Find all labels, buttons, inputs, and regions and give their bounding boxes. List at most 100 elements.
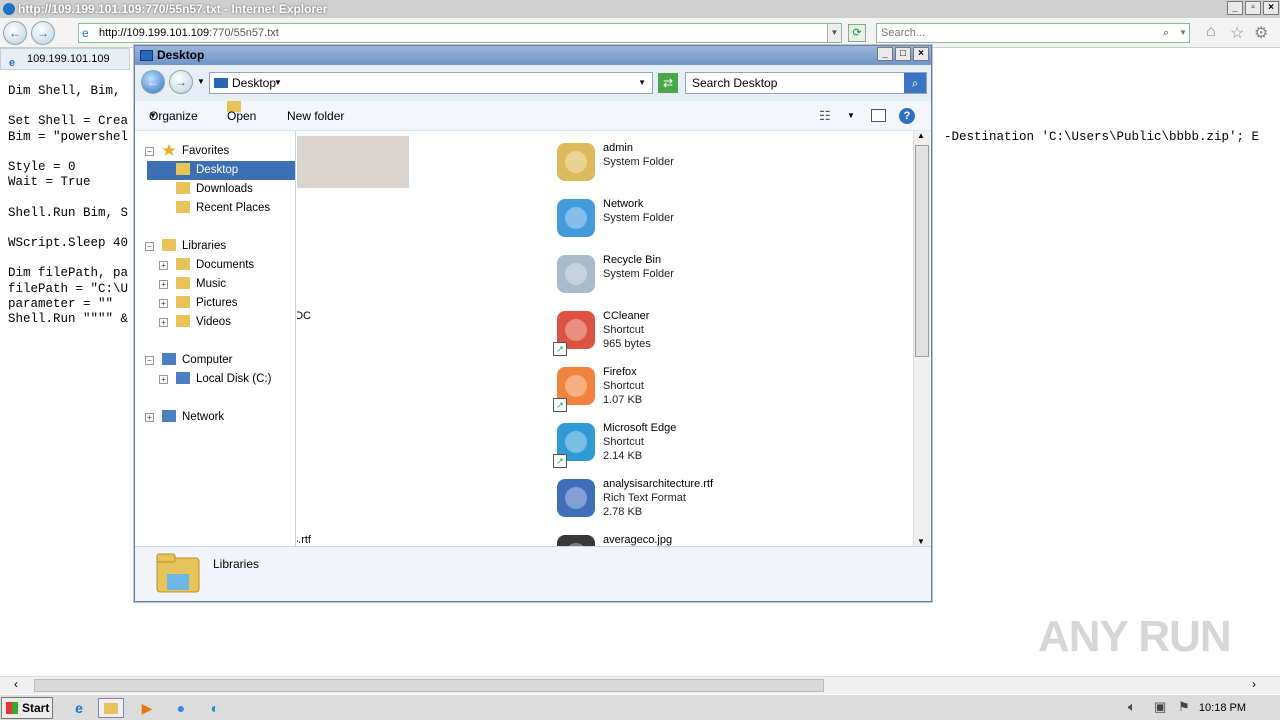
preview-pane-icon[interactable] [871,109,886,122]
file-item[interactable]: ↗ Microsoft Edge Shortcut 2.14 KB [549,416,797,468]
explorer-minimize-button[interactable]: _ [877,47,893,61]
explorer-forward-button[interactable]: → [169,70,193,94]
tree-item-favorites[interactable]: − Favorites [143,142,295,161]
file-item[interactable]: ComputerSystem Folder [297,192,409,244]
explorer-back-button[interactable]: ← [141,70,165,94]
tree-item-pictures[interactable]: + Pictures [147,294,295,313]
taskbar-edge-icon[interactable]: ◐ [202,698,228,718]
address-bar[interactable]: e http://109.199.101.109:770/55n57.txt ▼ [78,23,842,43]
file-item[interactable]: ↗SkypeShortcut1.23 KB [297,472,409,524]
shortcut-arrow-icon: ↗ [553,398,567,412]
file-item[interactable]: ↗ Firefox Shortcut 1.07 KB [549,360,797,412]
search-dropdown-icon[interactable]: ▼ [1179,24,1187,42]
explorer-close-button[interactable]: × [913,47,929,61]
expand-icon[interactable]: + [159,375,168,384]
pane-divider[interactable] [295,131,296,546]
file-item[interactable]: analysisarchitecture.rtf Rich Text Format… [549,472,797,524]
vertical-scrollbar-thumb[interactable] [915,145,929,357]
expand-icon[interactable]: + [159,280,168,289]
new-folder-button[interactable]: New folder [287,101,344,131]
file-item[interactable]: LibrariesSystem Folder [297,136,409,188]
help-icon[interactable]: ? [899,108,915,124]
file-item[interactable]: Network System Folder [549,192,797,244]
file-size: 1.96 KB [297,337,311,351]
file-item[interactable]: ↗Acrobat Reader DCShortcut1.96 KB [297,304,409,356]
address-history-icon[interactable]: ▼ [638,73,646,93]
explorer-search-icon[interactable]: ⌕ [904,73,926,93]
scrollbar-thumb[interactable] [34,679,824,692]
tree-item-videos[interactable]: + Videos [147,313,295,332]
file-item[interactable]: Recycle Bin System Folder [549,248,797,300]
ie-search-input[interactable]: Search... ⌕ ▼ [876,23,1190,43]
scroll-left-icon[interactable]: ‹ [14,677,18,691]
collapse-icon[interactable]: − [145,147,154,156]
tree-item-network[interactable]: + Network [143,408,295,427]
breadcrumb-chevron-icon[interactable]: ▼ [274,73,282,93]
tree-item-libraries[interactable]: − Libraries [143,237,295,256]
explorer-maximize-button[interactable]: □ [895,47,911,61]
page-favicon-icon: e [82,26,89,40]
back-button[interactable]: ← [3,21,27,45]
vertical-scrollbar[interactable]: ▲ ▼ [913,131,930,546]
close-button[interactable]: × [1263,1,1279,15]
file-type: Shortcut [603,436,644,448]
expand-icon[interactable]: + [159,261,168,270]
minimize-button[interactable]: _ [1227,1,1243,15]
explorer-search-input[interactable]: Search Desktop ⌕ [685,72,927,94]
start-button[interactable]: Start [1,697,53,719]
history-dropdown-icon[interactable]: ▼ [197,77,205,86]
file-type: Shortcut [603,380,644,392]
scroll-right-icon[interactable]: › [1252,677,1256,691]
expand-icon[interactable]: + [145,413,154,422]
tree-item-documents[interactable]: + Documents [147,256,295,275]
expand-icon[interactable]: + [159,318,168,327]
tab-page[interactable]: e 109.199.101.109 [0,48,130,70]
taskbar-explorer-icon[interactable] [98,698,124,718]
tree-item-music[interactable]: + Music [147,275,295,294]
view-options-icon[interactable]: ☷ [819,101,831,131]
file-item[interactable]: ↗ CCleaner Shortcut 965 bytes [549,304,797,356]
explorer-address-bar[interactable]: Desktop ▼ ▼ [209,72,653,94]
explorer-refresh-icon[interactable]: ⇄ [658,73,678,93]
restore-button[interactable]: ▫ [1245,1,1261,15]
tree-item-label: Local Disk (C:) [196,373,272,385]
collapse-icon[interactable]: − [145,242,154,251]
file-item[interactable]: admin System Folder [549,136,797,188]
tree-item-computer[interactable]: − Computer [143,351,295,370]
clock[interactable]: 10:18 PM [1199,695,1246,720]
file-item[interactable]: authorsprograms.rtf [297,528,409,546]
expand-icon[interactable]: + [159,299,168,308]
home-icon[interactable]: ⌂ [1206,23,1216,41]
network-status-icon[interactable]: ▣ [1154,699,1166,715]
scroll-down-icon[interactable]: ▼ [917,537,925,546]
volume-icon[interactable]: 🔈︎ [1128,699,1136,715]
address-dropdown-icon[interactable]: ▼ [827,24,841,42]
tree-item-local-disk-c[interactable]: + Local Disk (C:) [147,370,295,389]
taskbar-chrome-icon[interactable]: ● [168,698,194,718]
search-icon[interactable]: ⌕ [1163,24,1169,42]
forward-button[interactable]: → [31,21,55,45]
tree-item-recent-places[interactable]: +Recent Places [147,199,295,218]
action-center-flag-icon[interactable]: ⚑ [1178,699,1190,715]
file-name: averageco.jpg [603,534,673,546]
file-item[interactable]: ↗Google ChromeShortcut2.41 KB [297,416,409,468]
view-dropdown-icon[interactable]: ▼ [847,101,855,131]
file-item[interactable]: averageco.jpg [549,528,797,546]
taskbar-media-player-icon[interactable]: ▶ [134,698,160,718]
file-item[interactable]: ↗FileZilla ClientShortcut1.99 KB [297,360,409,412]
collapse-icon[interactable]: − [145,356,154,365]
favorites-star-icon[interactable]: ☆ [1230,23,1244,43]
tools-gear-icon[interactable]: ⚙ [1254,23,1268,43]
horizontal-scrollbar[interactable]: ‹ › [0,676,1280,694]
file-name: analysisarchitecture.rtf [603,478,714,490]
address-host: http://109.199.101.109 [99,27,210,39]
refresh-icon[interactable]: ⟳ [848,24,866,42]
tree-item-label: Music [196,278,227,290]
file-size: 965 bytes [603,338,651,350]
taskbar-ie-icon[interactable]: e [66,698,92,718]
file-type: System Folder [603,268,674,280]
tree-item-desktop[interactable]: +Desktop [147,161,295,180]
scroll-up-icon[interactable]: ▲ [917,131,925,140]
file-item[interactable]: Control PanelSystem Folder [297,248,409,300]
tree-item-downloads[interactable]: +Downloads [147,180,295,199]
